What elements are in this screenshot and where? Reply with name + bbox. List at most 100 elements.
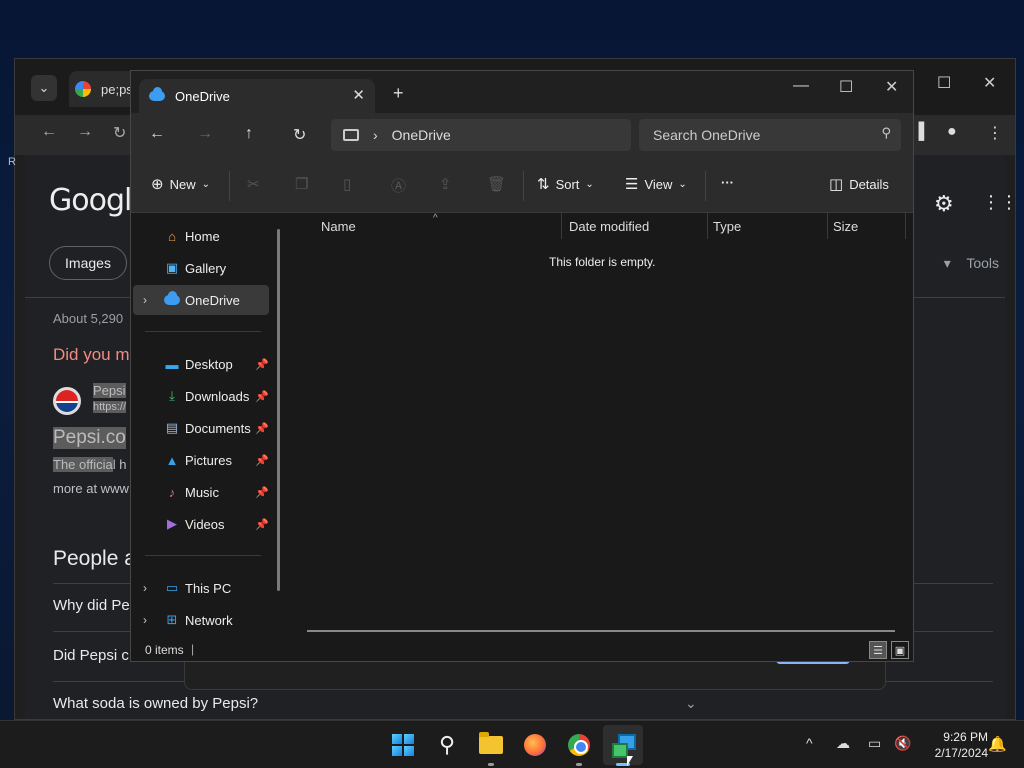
column-separator[interactable] [905, 213, 906, 239]
sidepanel-icon[interactable]: ▐ [913, 123, 924, 141]
column-separator[interactable] [707, 213, 708, 239]
firefox-icon [524, 734, 546, 756]
back-icon[interactable]: ← [41, 123, 57, 141]
nav-item-home[interactable]: ⌂ Home [133, 221, 269, 251]
onedrive-cloud-icon [163, 291, 181, 308]
address-bar[interactable]: › OneDrive [331, 119, 631, 151]
details-button[interactable]: ◫ Details [829, 175, 889, 193]
chrome-taskbar-icon[interactable] [565, 731, 593, 759]
nav-item-desktop[interactable]: ▬ Desktop 📌 [133, 349, 270, 379]
chevron-down-icon[interactable]: ⌄ [685, 695, 697, 712]
see-more-button[interactable]: ··· [721, 175, 734, 190]
settings-gear-icon[interactable]: ⚙ [934, 191, 954, 217]
file-explorer-taskbar-icon[interactable] [477, 731, 505, 759]
explorer-titlebar: OneDrive ✕ + — ☐ ✕ [131, 71, 913, 113]
up-button[interactable]: ↑ [245, 125, 253, 143]
search-box[interactable]: Search OneDrive ⚲ [639, 119, 901, 151]
gallery-icon: ▣ [165, 260, 179, 275]
nav-item-documents[interactable]: ▤ Documents 📌 [133, 413, 269, 443]
question-1[interactable]: Why did Pe [53, 597, 130, 614]
nav-scrollbar[interactable] [277, 229, 280, 591]
nav-item-pictures[interactable]: ▲ Pictures 📌 [133, 445, 269, 475]
back-button[interactable]: ← [149, 125, 165, 143]
result-snippet: The official h [53, 457, 126, 472]
chrome-close-button[interactable]: ✕ [983, 73, 996, 93]
images-filter-button[interactable]: Images [49, 246, 127, 280]
reload-icon[interactable]: ↻ [113, 123, 126, 143]
sort-ascending-icon: ^ [433, 213, 438, 224]
start-button[interactable] [389, 731, 417, 759]
nav-item-network[interactable]: › ⊞ Network [133, 605, 269, 635]
column-header-date-modified[interactable]: Date modified [569, 219, 649, 234]
chrome-menu-icon[interactable]: ⋮ [987, 123, 1003, 143]
firefox-taskbar-icon[interactable] [521, 731, 549, 759]
question-2[interactable]: Did Pepsi c [53, 647, 129, 664]
clock[interactable]: 9:26 PM 2/17/2024 [918, 729, 988, 761]
folder-icon [479, 732, 503, 754]
nav-item-videos[interactable]: ▶ Videos 📌 [133, 509, 269, 539]
home-icon: ⌂ [168, 228, 176, 244]
new-button[interactable]: ⊕ New ⌄ [151, 175, 210, 193]
result-title-link[interactable]: Pepsi.co [53, 427, 126, 449]
forward-icon[interactable]: → [77, 123, 93, 141]
explorer-navigation-bar: ← → ↑ ↻ › OneDrive Search OneDrive ⚲ [131, 113, 913, 157]
notification-bell-icon[interactable]: 🔔 [988, 735, 1007, 753]
volume-muted-icon[interactable]: 🔇 [894, 735, 911, 752]
column-header-size[interactable]: Size [833, 219, 858, 234]
nav-item-gallery[interactable]: ▣ Gallery [133, 253, 269, 283]
column-separator[interactable] [561, 213, 562, 239]
network-app-taskbar-icon[interactable] [609, 731, 637, 759]
google-apps-icon[interactable]: ⋮⋮ [982, 192, 1018, 213]
breadcrumb-chevron-icon[interactable]: › [373, 127, 378, 143]
expand-chevron-icon[interactable]: › [143, 613, 147, 627]
sort-button[interactable]: ⇅ Sort ⌄ [537, 175, 594, 193]
refresh-button[interactable]: ↻ [293, 125, 306, 145]
onedrive-tray-icon[interactable]: ☁ [836, 735, 850, 752]
column-header-name[interactable]: Name [321, 219, 356, 234]
breadcrumb-onedrive[interactable]: OneDrive [392, 127, 451, 143]
clock-time: 9:26 PM [943, 730, 988, 744]
share-button[interactable]: ⇪ [439, 175, 452, 193]
column-separator[interactable] [827, 213, 828, 239]
rename-icon: Ⓐ [391, 178, 407, 195]
explorer-tab[interactable]: OneDrive ✕ [139, 79, 375, 113]
chrome-maximize-button[interactable]: ☐ [937, 73, 951, 93]
view-button[interactable]: ☰ View ⌄ [625, 175, 687, 193]
maximize-button[interactable]: ☐ [839, 77, 853, 97]
close-tab-icon[interactable]: ✕ [352, 86, 365, 104]
question-3[interactable]: What soda is owned by Pepsi? [53, 695, 258, 712]
rename-button[interactable]: Ⓐ [391, 175, 406, 196]
nav-item-downloads[interactable]: ⤓ Downloads 📌 [133, 381, 269, 411]
column-header-type[interactable]: Type [713, 219, 741, 234]
expand-chevron-icon[interactable]: › [143, 581, 147, 595]
horizontal-scrollbar[interactable] [307, 630, 895, 632]
paste-button[interactable]: ▯ [343, 175, 351, 193]
tiles-view-button[interactable]: ▣ [891, 641, 909, 659]
copy-button[interactable]: ❐ [295, 175, 308, 193]
close-button[interactable]: ✕ [885, 77, 898, 97]
new-tab-button[interactable]: + [393, 83, 404, 104]
details-view-button[interactable]: ☰ [869, 641, 887, 659]
network-tray-icon[interactable]: ▭ [868, 735, 881, 752]
network-connections-icon [612, 734, 636, 758]
nav-item-this-pc[interactable]: › ▭ This PC [133, 573, 269, 603]
chrome-icon [568, 734, 590, 756]
show-hidden-icons-chevron-icon[interactable]: ^ [806, 735, 813, 751]
nav-item-music[interactable]: ♪ Music 📌 [133, 477, 269, 507]
tab-search-button[interactable]: ⌄ [31, 75, 57, 101]
minimize-button[interactable]: — [793, 77, 809, 95]
expand-chevron-icon[interactable]: › [143, 293, 147, 307]
music-icon: ♪ [168, 484, 176, 500]
search-icon[interactable]: ⚲ [433, 731, 461, 759]
nav-label-onedrive: OneDrive [185, 292, 240, 308]
nav-item-onedrive[interactable]: › OneDrive [133, 285, 269, 315]
cut-button[interactable]: ✂ [247, 175, 260, 193]
nav-label-documents: Documents [185, 420, 251, 436]
profile-icon[interactable]: ● [947, 123, 957, 141]
tools-button[interactable]: ▾ Tools [944, 255, 999, 272]
pin-icon: 📌 [255, 358, 269, 371]
nav-separator [145, 331, 261, 332]
delete-button[interactable]: 🗑 [487, 175, 506, 193]
forward-button[interactable]: → [197, 125, 213, 143]
did-you-mean-link[interactable]: Did you m [53, 345, 130, 365]
